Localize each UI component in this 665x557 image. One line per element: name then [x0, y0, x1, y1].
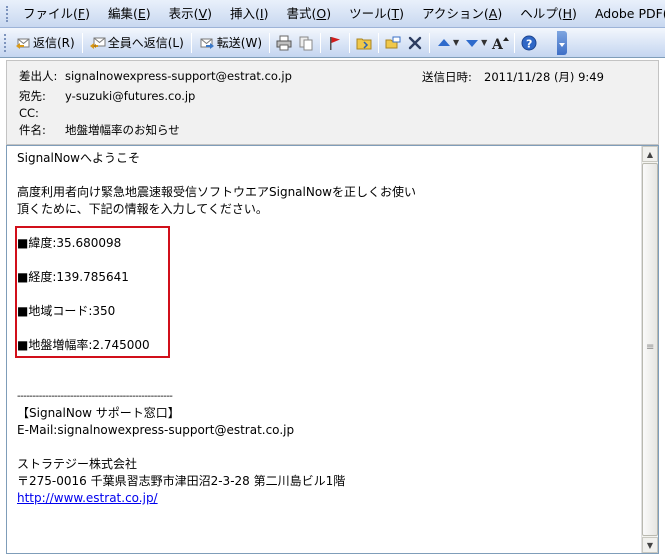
website-link[interactable]: http://www.estrat.co.jp/ [17, 491, 158, 505]
address-line: 〒275-0016 千葉県習志野市津田沼2-3-28 第二川島ビル1階 [17, 474, 346, 488]
forward-icon [199, 35, 215, 51]
support-email-line: E-Mail:signalnowexpress-support@estrat.c… [17, 423, 295, 437]
menu-tools[interactable]: ツール(T) [340, 0, 413, 28]
reply-all-label: 全員へ返信(L) [107, 36, 184, 50]
scroll-thumb[interactable] [642, 163, 658, 536]
cc-row: CC: [19, 106, 65, 120]
menu-bar: ファイル(F) 編集(E) 表示(V) 挿入(I) 書式(O) ツール(T) ア… [0, 0, 665, 28]
move-to-folder-icon[interactable] [353, 32, 375, 54]
menubar-grip-handle[interactable] [6, 5, 8, 22]
greeting-line: SignalNowへようこそ [17, 151, 140, 165]
reply-icon [15, 35, 31, 51]
subject-row: 件名: 地盤増幅率のお知らせ [19, 123, 180, 137]
to-label: 宛先: [19, 89, 46, 103]
menu-format[interactable]: 書式(O) [277, 0, 340, 28]
sent-label: 送信日時: [422, 70, 472, 84]
font-size-icon[interactable]: A [489, 32, 511, 54]
delete-icon[interactable] [404, 32, 426, 54]
to-row: 宛先: y-suzuki@futures.co.jp [19, 89, 195, 103]
menu-actions[interactable]: アクション(A) [413, 0, 511, 28]
intro-line-2: 頂くために、下記の情報を入力してください。 [17, 202, 268, 216]
subject-label: 件名: [19, 123, 46, 137]
svg-text:A: A [491, 37, 504, 51]
cc-label: CC: [19, 106, 39, 120]
chevron-down-icon[interactable]: ▼ [453, 38, 459, 47]
sent-value: 2011/11/28 (月) 9:49 [484, 70, 604, 84]
toolbar: 返信(R) 全員へ返信(L) 転送(W) ▼ ▼ A ? [0, 28, 665, 58]
reply-button[interactable]: 返信(R) [11, 32, 79, 54]
highlight-box [15, 226, 170, 358]
organize-icon[interactable] [382, 32, 404, 54]
sent-row: 送信日時: 2011/11/28 (月) 9:49 [422, 69, 604, 85]
reply-all-button[interactable]: 全員へ返信(L) [86, 32, 188, 54]
vertical-scrollbar[interactable]: ▲ ▼ [641, 146, 658, 553]
toolbar-separator [378, 32, 379, 53]
chevron-down-icon[interactable]: ▼ [481, 38, 487, 47]
intro-line-1: 高度利用者向け緊急地震速報受信ソフトウエアSignalNowを正しくお使い [17, 185, 416, 199]
toolbar-separator [269, 32, 270, 53]
menu-edit[interactable]: 編集(E) [99, 0, 160, 28]
forward-button[interactable]: 転送(W) [195, 32, 266, 54]
message-header: 差出人: signalnowexpress-support@estrat.co.j… [6, 60, 659, 145]
menu-help[interactable]: ヘルプ(H) [511, 0, 586, 28]
reply-all-icon [89, 35, 106, 51]
next-item-icon[interactable] [461, 32, 483, 54]
subject-value: 地盤増幅率のお知らせ [65, 123, 180, 137]
toolbar-separator [320, 32, 321, 53]
previous-item-icon[interactable] [433, 32, 455, 54]
reply-label: 返信(R) [33, 36, 75, 50]
menu-insert[interactable]: 挿入(I) [221, 0, 277, 28]
from-value[interactable]: signalnowexpress-support@estrat.co.jp [65, 69, 292, 83]
from-label: 差出人: [19, 69, 58, 83]
toolbar-separator [429, 32, 430, 53]
toolbar-separator [81, 32, 83, 53]
help-icon[interactable]: ? [518, 32, 540, 54]
menu-file[interactable]: ファイル(F) [14, 0, 99, 28]
menu-adobe-pdf[interactable]: Adobe PDF(P) [586, 0, 665, 28]
toolbar-separator [349, 32, 350, 53]
from-row: 差出人: signalnowexpress-support@estrat.co.j… [19, 69, 292, 83]
toolbar-separator [190, 32, 192, 53]
toolbar-grip-handle[interactable] [4, 33, 7, 52]
svg-text:?: ? [526, 37, 532, 50]
menu-view[interactable]: 表示(V) [160, 0, 221, 28]
toolbar-options-chevron[interactable] [557, 31, 567, 55]
message-body[interactable]: SignalNowへようこそ 高度利用者向け緊急地震速報受信ソフトウエアSign… [6, 145, 659, 554]
to-value[interactable]: y-suzuki@futures.co.jp [65, 89, 195, 103]
scroll-up-button[interactable]: ▲ [642, 146, 658, 162]
company-line: ストラテジー株式会社 [17, 457, 138, 471]
forward-label: 転送(W) [216, 36, 262, 50]
copy-folder-icon[interactable] [295, 32, 317, 54]
divider-line: ----------------------------------------… [17, 391, 173, 402]
toolbar-separator [514, 32, 516, 53]
follow-up-flag-icon[interactable] [324, 32, 346, 54]
print-icon[interactable] [273, 32, 295, 54]
support-title-line: 【SignalNow サポート窓口】 [17, 406, 180, 420]
scroll-down-button[interactable]: ▼ [642, 537, 658, 553]
